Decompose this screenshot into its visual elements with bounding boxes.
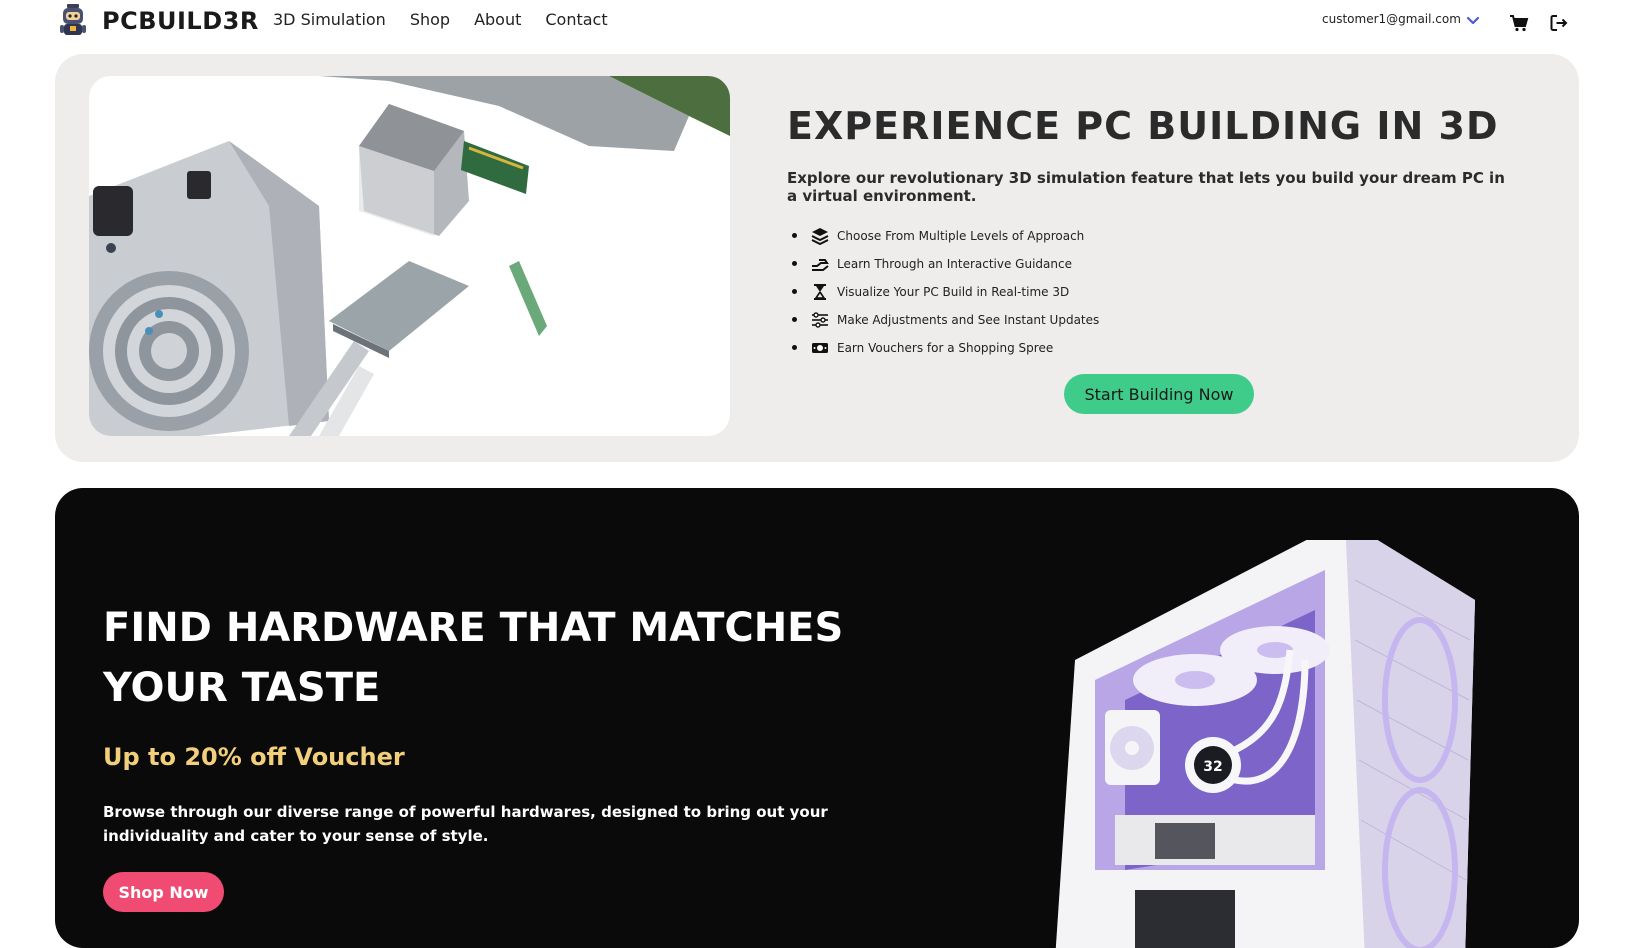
feature-item-levels: Choose From Multiple Levels of Approach — [792, 222, 1099, 250]
hero-shop-title: FIND HARDWARE THAT MATCHES YOUR TASTE — [103, 605, 844, 711]
nav-link-about[interactable]: About — [474, 10, 521, 29]
sliders-icon — [812, 312, 828, 328]
brand-name[interactable]: PCBUILD3R — [102, 7, 259, 35]
feature-label: Earn Vouchers for a Shopping Spree — [837, 341, 1054, 355]
hero-3d-title: EXPERIENCE PC BUILDING IN 3D — [787, 104, 1499, 148]
shop-now-button[interactable]: Shop Now — [103, 872, 224, 912]
main-nav: 3D Simulation Shop About Contact — [273, 10, 608, 29]
layers-icon — [811, 228, 829, 245]
feature-label: Learn Through an Interactive Guidance — [837, 257, 1072, 271]
top-navbar: PCBUILD3R 3D Simulation Shop About Conta… — [0, 0, 1628, 48]
hero-3d-components-image — [89, 76, 730, 436]
bullet — [792, 233, 797, 238]
feature-item-vouchers: Earn Vouchers for a Shopping Spree — [792, 334, 1099, 362]
cart-icon[interactable] — [1509, 13, 1529, 33]
robot-logo-icon[interactable] — [58, 3, 88, 37]
hero-3d-simulation: EXPERIENCE PC BUILDING IN 3D Explore our… — [55, 54, 1579, 462]
feature-label: Choose From Multiple Levels of Approach — [837, 229, 1085, 243]
hero-3d-description: Explore our revolutionary 3D simulation … — [787, 169, 1505, 205]
voucher-subtitle: Up to 20% off Voucher — [103, 743, 405, 771]
feature-item-realtime: Visualize Your PC Build in Real-time 3D — [792, 278, 1099, 306]
feature-item-guidance: Learn Through an Interactive Guidance — [792, 250, 1099, 278]
chevron-down-icon[interactable] — [1466, 14, 1480, 28]
hand-guide-icon — [812, 259, 829, 271]
bullet — [792, 317, 797, 322]
nav-link-3d-simulation[interactable]: 3D Simulation — [273, 10, 386, 29]
pump-display-value: 32 — [1203, 759, 1222, 775]
feature-item-adjustments: Make Adjustments and See Instant Updates — [792, 306, 1100, 334]
bullet — [792, 345, 797, 350]
bullet — [792, 289, 797, 294]
bullet — [792, 261, 797, 266]
start-building-button[interactable]: Start Building Now — [1064, 374, 1254, 414]
nav-link-contact[interactable]: Contact — [545, 10, 607, 29]
nav-link-shop[interactable]: Shop — [410, 10, 450, 29]
hourglass-icon — [814, 284, 826, 300]
user-email[interactable]: customer1@gmail.com — [1322, 12, 1461, 26]
hero-shop-description: Browse through our diverse range of powe… — [103, 803, 828, 845]
feature-label: Make Adjustments and See Instant Updates — [837, 313, 1100, 327]
feature-label: Visualize Your PC Build in Real-time 3D — [837, 285, 1070, 299]
pc-case-image: 32 — [1055, 540, 1475, 948]
feature-list: Choose From Multiple Levels of Approach … — [792, 222, 1100, 362]
money-icon — [812, 343, 828, 353]
logout-icon[interactable] — [1549, 13, 1569, 33]
hero-shop: FIND HARDWARE THAT MATCHES YOUR TASTE Up… — [55, 488, 1579, 948]
